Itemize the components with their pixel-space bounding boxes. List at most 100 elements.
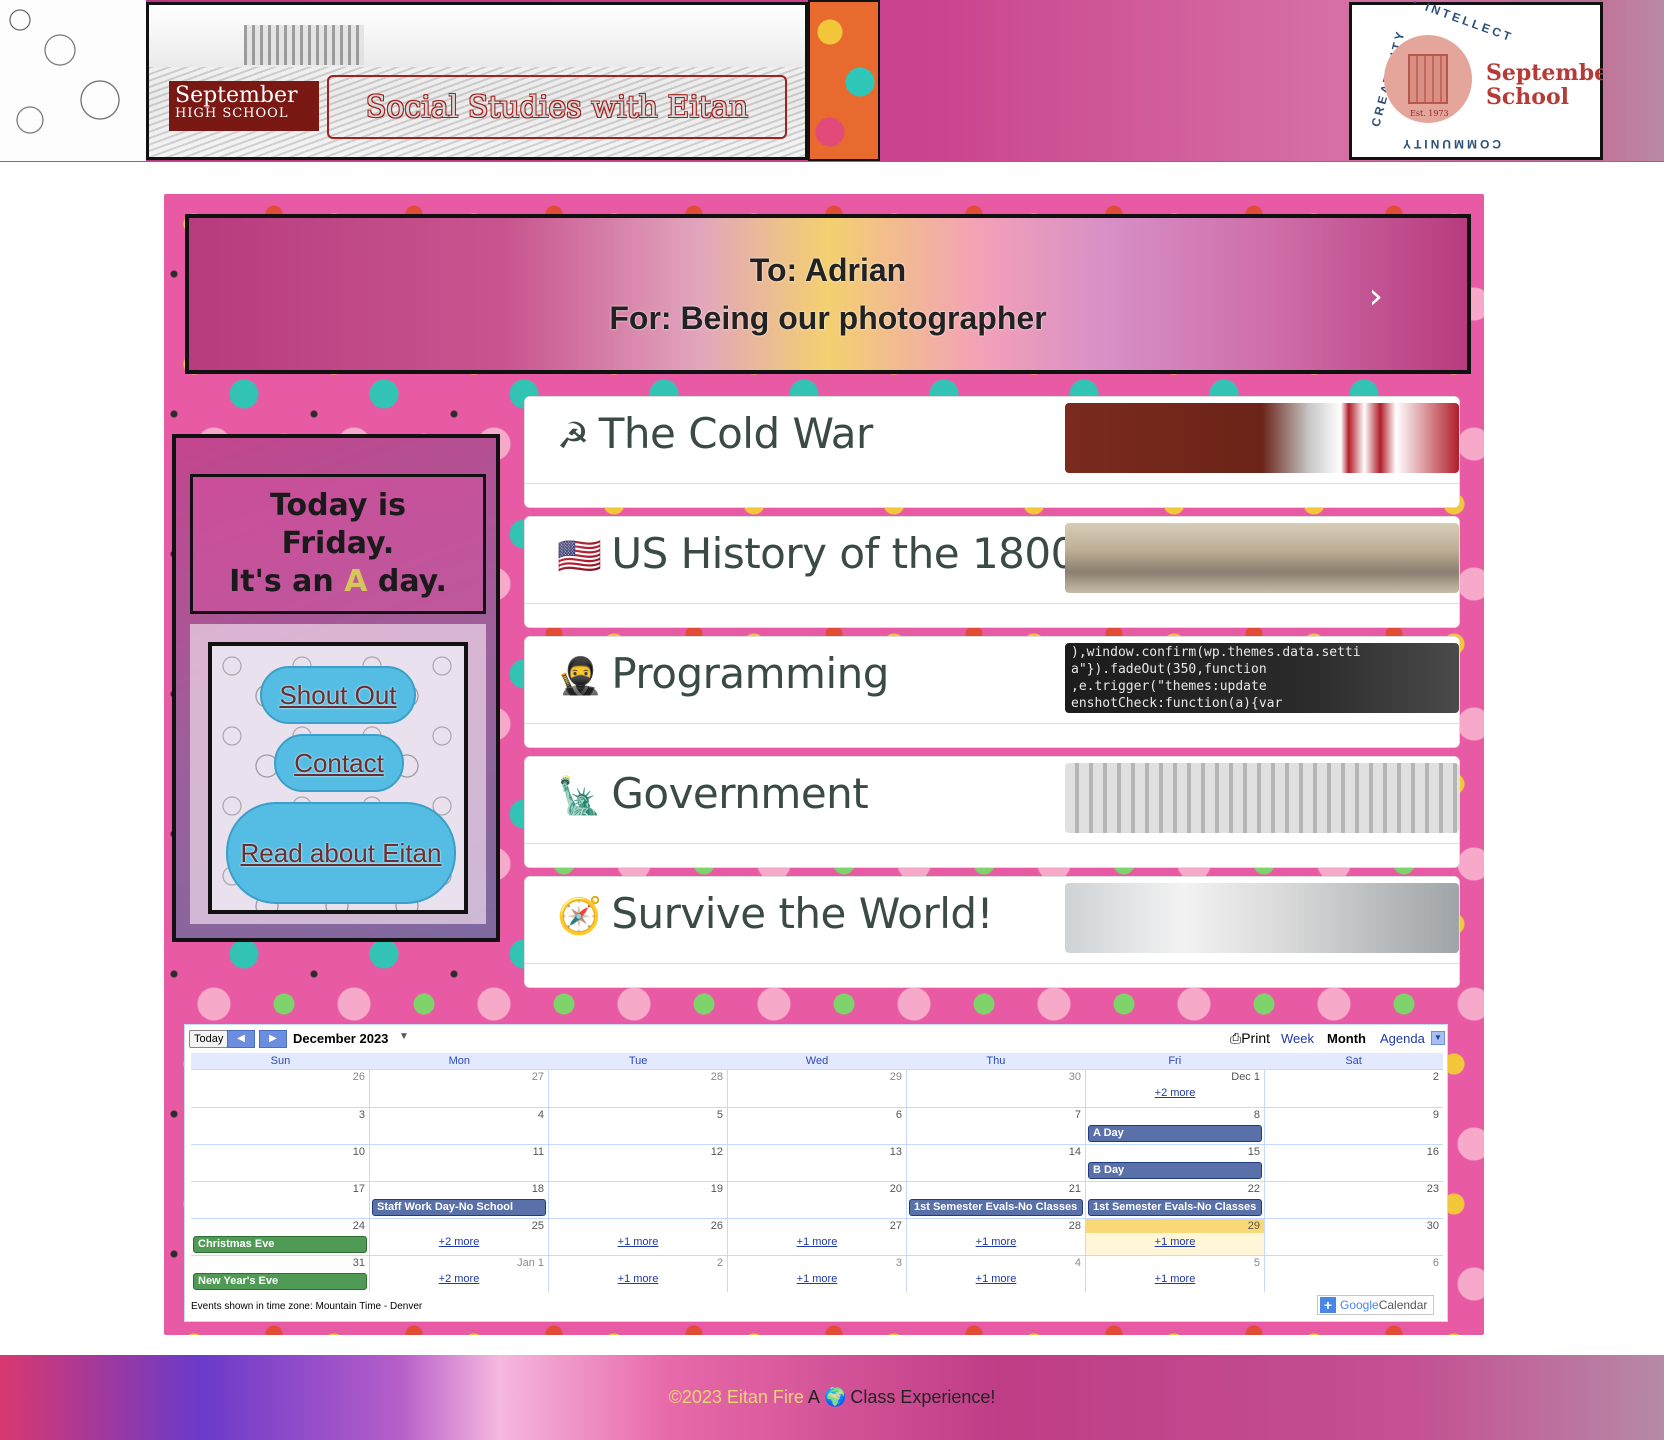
tab-month[interactable]: Month bbox=[1327, 1031, 1366, 1046]
chevron-right-icon[interactable]: › bbox=[1369, 276, 1383, 317]
calendar-day[interactable]: 6 bbox=[1264, 1256, 1443, 1292]
calendar-day[interactable]: 18 Staff Work Day-No School bbox=[369, 1182, 548, 1218]
calendar-event[interactable]: 1st Semester Evals-No Classes bbox=[1088, 1199, 1262, 1216]
calendar-day[interactable]: 23 bbox=[1264, 1182, 1443, 1218]
school-seal[interactable]: · INTELLECT CREATIVITY COMMUNITY Est. 19… bbox=[1349, 0, 1620, 160]
calendar-event[interactable]: B Day bbox=[1088, 1162, 1262, 1179]
chevron-down-icon[interactable]: ▼ bbox=[1431, 1031, 1445, 1045]
calendar-day[interactable]: 2 +1 more bbox=[548, 1256, 727, 1292]
more-events-link[interactable]: +2 more bbox=[370, 1236, 548, 1248]
seal-est: Est. 1973 bbox=[1410, 109, 1449, 118]
calendar-day[interactable]: 4 bbox=[369, 1108, 548, 1144]
calendar-day[interactable]: 10 bbox=[191, 1145, 369, 1181]
calendar-day[interactable]: 28 bbox=[548, 1070, 727, 1107]
more-events-link[interactable]: +2 more bbox=[370, 1273, 548, 1285]
calendar-day[interactable]: 15 B Day bbox=[1085, 1145, 1264, 1181]
print-button[interactable]: ⎙Print bbox=[1230, 1030, 1270, 1047]
calendar-day[interactable]: 9 bbox=[1264, 1108, 1443, 1144]
shout-out-link[interactable]: Shout Out bbox=[260, 666, 416, 724]
calendar-day[interactable]: 30 bbox=[906, 1070, 1085, 1107]
calendar-day[interactable]: 26 +1 more bbox=[548, 1219, 727, 1255]
calendar-day[interactable]: 16 bbox=[1264, 1145, 1443, 1181]
course-government[interactable]: 🗽 Government bbox=[524, 756, 1460, 868]
course-survive-the-world[interactable]: 🧭 Survive the World! bbox=[524, 876, 1460, 988]
calendar-day[interactable]: 12 bbox=[548, 1145, 727, 1181]
government-image[interactable] bbox=[1065, 763, 1459, 833]
calendar-day[interactable]: 26 bbox=[191, 1070, 369, 1107]
calendar-day[interactable]: 30 bbox=[1264, 1219, 1443, 1255]
calendar-day[interactable]: Jan 1 +2 more bbox=[369, 1256, 548, 1292]
calendar-day[interactable]: 7 bbox=[906, 1108, 1085, 1144]
more-events-link[interactable]: +1 more bbox=[728, 1236, 906, 1248]
more-events-link[interactable]: +1 more bbox=[907, 1236, 1085, 1248]
more-events-link[interactable]: +1 more bbox=[1086, 1273, 1264, 1285]
calendar-day[interactable]: 29 +1 more bbox=[1085, 1219, 1264, 1255]
footer-a: A bbox=[807, 1387, 820, 1407]
more-events-link[interactable]: +2 more bbox=[1086, 1087, 1264, 1099]
course-programming[interactable]: 🥷 Programming ),window.confirm(wp.themes.… bbox=[524, 636, 1460, 748]
contact-link[interactable]: Contact bbox=[274, 734, 404, 792]
more-events-link[interactable]: +1 more bbox=[549, 1273, 727, 1285]
calendar-day[interactable]: 13 bbox=[727, 1145, 906, 1181]
cold-war-image[interactable] bbox=[1065, 403, 1459, 473]
tab-agenda[interactable]: Agenda bbox=[1380, 1031, 1425, 1046]
course-us-history[interactable]: 🇺🇸 US History of the 1800s bbox=[524, 516, 1460, 628]
calendar-day[interactable]: 19 bbox=[548, 1182, 727, 1218]
calendar-day[interactable]: 5 +1 more bbox=[1085, 1256, 1264, 1292]
calendar-day[interactable]: 25 +2 more bbox=[369, 1219, 548, 1255]
calendar-day[interactable]: 17 bbox=[191, 1182, 369, 1218]
more-events-link[interactable]: +1 more bbox=[728, 1273, 906, 1285]
calendar-day[interactable]: 3 bbox=[191, 1108, 369, 1144]
calendar-event[interactable]: Christmas Eve bbox=[193, 1236, 367, 1253]
today-button[interactable]: Today bbox=[189, 1030, 229, 1048]
calendar-day[interactable]: 24 Christmas Eve bbox=[191, 1219, 369, 1255]
course-title[interactable]: 🥷 Programming bbox=[557, 649, 889, 698]
programming-image[interactable]: ),window.confirm(wp.themes.data.setti a"… bbox=[1065, 643, 1459, 713]
read-about-eitan-link[interactable]: Read about Eitan bbox=[226, 802, 456, 904]
day-number: 13 bbox=[889, 1146, 902, 1158]
footer-copyright: ©2023 Eitan Fire bbox=[668, 1387, 804, 1407]
google-calendar-button[interactable]: + GoogleCalendar bbox=[1317, 1295, 1435, 1315]
day-number: 14 bbox=[1068, 1146, 1081, 1158]
prev-month-button[interactable]: ◀ bbox=[227, 1030, 255, 1048]
footer-tagline: Class Experience! bbox=[850, 1387, 996, 1407]
course-title[interactable]: 🧭 Survive the World! bbox=[557, 889, 993, 938]
calendar-event[interactable]: New Year's Eve bbox=[193, 1273, 367, 1290]
course-title[interactable]: 🗽 Government bbox=[557, 769, 869, 818]
calendar-day[interactable]: 21 1st Semester Evals-No Classes bbox=[906, 1182, 1085, 1218]
calendar-day[interactable]: 29 bbox=[727, 1070, 906, 1107]
more-events-link[interactable]: +1 more bbox=[549, 1236, 727, 1248]
calendar-day[interactable]: Dec 1 +2 more bbox=[1085, 1070, 1264, 1107]
calendar-day[interactable]: 14 bbox=[906, 1145, 1085, 1181]
survive-world-image[interactable] bbox=[1065, 883, 1459, 953]
calendar-day[interactable]: 8 A Day bbox=[1085, 1108, 1264, 1144]
calendar-event[interactable]: Staff Work Day-No School bbox=[372, 1199, 546, 1216]
course-title[interactable]: ☭ The Cold War bbox=[557, 409, 873, 458]
calendar-day[interactable]: 5 bbox=[548, 1108, 727, 1144]
header-gradient-end bbox=[1603, 0, 1664, 161]
calendar-day[interactable]: 3 +1 more bbox=[727, 1256, 906, 1292]
course-title[interactable]: 🇺🇸 US History of the 1800s bbox=[557, 529, 1099, 578]
calendar-day[interactable]: 28 +1 more bbox=[906, 1219, 1085, 1255]
day-number: 11 bbox=[532, 1146, 544, 1158]
calendar-event[interactable]: A Day bbox=[1088, 1125, 1262, 1142]
calendar-day[interactable]: 22 1st Semester Evals-No Classes bbox=[1085, 1182, 1264, 1218]
calendar-day[interactable]: 2 bbox=[1264, 1070, 1443, 1107]
calendar-day[interactable]: 20 bbox=[727, 1182, 906, 1218]
chevron-down-icon[interactable]: ▼ bbox=[399, 1031, 409, 1042]
calendar-day[interactable]: 11 bbox=[369, 1145, 548, 1181]
course-cold-war[interactable]: ☭ The Cold War bbox=[524, 396, 1460, 508]
calendar-day[interactable]: 27 bbox=[369, 1070, 548, 1107]
more-events-link[interactable]: +1 more bbox=[1086, 1236, 1264, 1248]
more-events-link[interactable]: +1 more bbox=[907, 1273, 1085, 1285]
calendar-day[interactable]: 31 New Year's Eve bbox=[191, 1256, 369, 1292]
calendar-day[interactable]: 27 +1 more bbox=[727, 1219, 906, 1255]
site-banner[interactable]: September HIGH SCHOOL Social Studies wit… bbox=[146, 2, 808, 160]
next-month-button[interactable]: ▶ bbox=[259, 1030, 287, 1048]
us-history-image[interactable] bbox=[1065, 523, 1459, 593]
day-number: 6 bbox=[1432, 1257, 1439, 1269]
calendar-day[interactable]: 4 +1 more bbox=[906, 1256, 1085, 1292]
calendar-day[interactable]: 6 bbox=[727, 1108, 906, 1144]
tab-week[interactable]: Week bbox=[1281, 1031, 1314, 1046]
calendar-event[interactable]: 1st Semester Evals-No Classes bbox=[909, 1199, 1083, 1216]
